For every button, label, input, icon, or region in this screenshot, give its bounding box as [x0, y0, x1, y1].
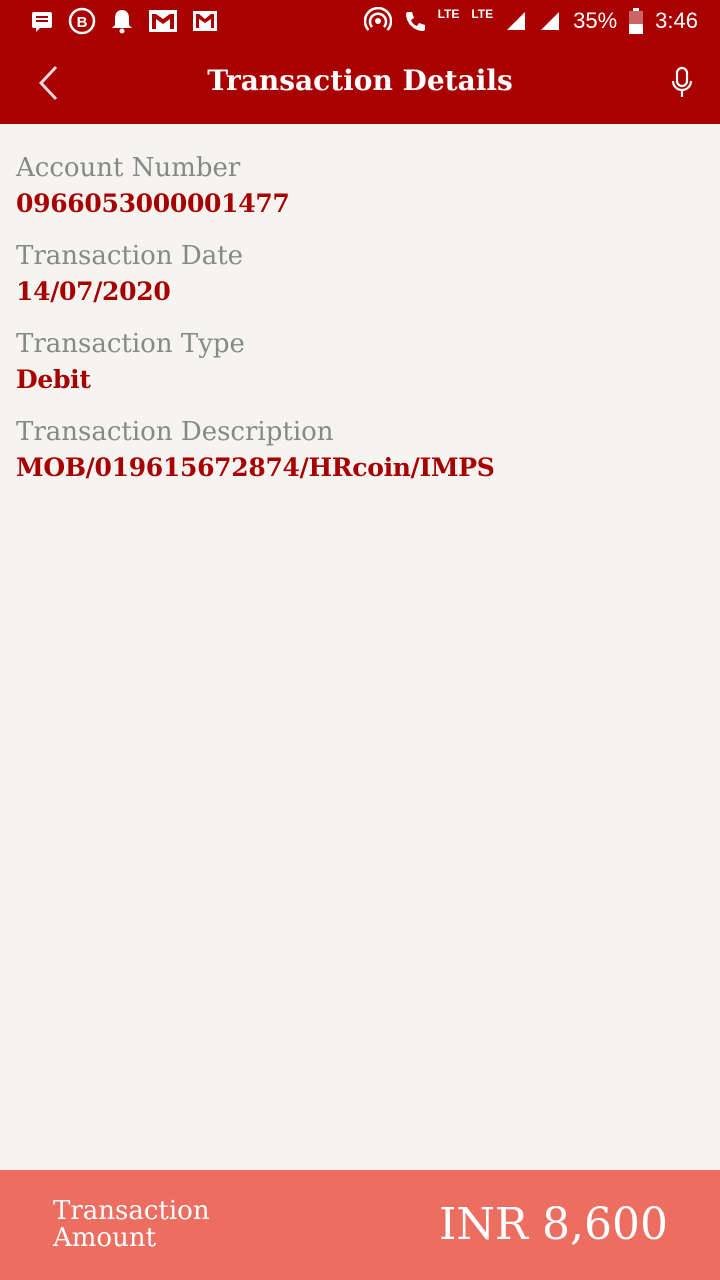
system-icons: LTE LTE 35% 3:46: [363, 0, 698, 42]
amount-value: INR 8,600: [439, 1199, 668, 1250]
field-value: 0966053000001477: [16, 189, 290, 218]
signal-icon: [505, 10, 527, 32]
field-value: Debit: [16, 365, 91, 394]
status-bar: B LTE LTE 35% 3:46: [0, 0, 720, 42]
detail-transaction-date: Transaction Date 14/07/2020: [16, 236, 704, 308]
app-bar: Transaction Details: [0, 42, 720, 124]
hotspot-icon: [363, 7, 392, 35]
field-value: 14/07/2020: [16, 277, 171, 306]
signal-icon: [539, 10, 561, 32]
volte-call-icon: [404, 9, 426, 33]
transaction-amount-bar: Transaction Amount INR 8,600: [0, 1170, 720, 1280]
battery-percent: 35%: [573, 8, 618, 33]
gmail-icon: [192, 10, 218, 32]
lte-small-label: LTE: [437, 7, 460, 21]
field-value: MOB/019615672874/HRcoin/IMPS: [16, 453, 495, 482]
battery-icon: [629, 8, 644, 34]
page-title: Transaction Details: [207, 64, 513, 97]
chevron-left-icon: [38, 65, 58, 101]
clock: 3:46: [655, 8, 698, 33]
bell-icon: [110, 8, 134, 34]
detail-transaction-type: Transaction Type Debit: [16, 324, 704, 396]
transaction-details: Account Number 0966053000001477 Transact…: [16, 148, 704, 500]
amount-label: Transaction Amount: [53, 1198, 283, 1252]
gmail-icon: [148, 8, 178, 34]
microphone-icon: [671, 66, 693, 97]
field-label: Transaction Date: [16, 241, 244, 271]
svg-text:B: B: [77, 14, 88, 31]
lte-label: LTE: [471, 7, 494, 21]
message-icon: [30, 9, 54, 33]
notification-icons: B: [30, 7, 218, 35]
amount-label-line2: Amount: [53, 1223, 157, 1253]
b-circle-icon: B: [68, 7, 96, 35]
field-label: Transaction Description: [16, 417, 334, 447]
detail-account-number: Account Number 0966053000001477: [16, 148, 704, 220]
field-label: Account Number: [16, 153, 241, 183]
field-label: Transaction Type: [16, 329, 245, 359]
amount-label-line1: Transaction: [53, 1196, 210, 1226]
back-button[interactable]: [28, 62, 68, 104]
voice-search-button[interactable]: [662, 62, 702, 104]
detail-transaction-description: Transaction Description MOB/019615672874…: [16, 412, 704, 484]
